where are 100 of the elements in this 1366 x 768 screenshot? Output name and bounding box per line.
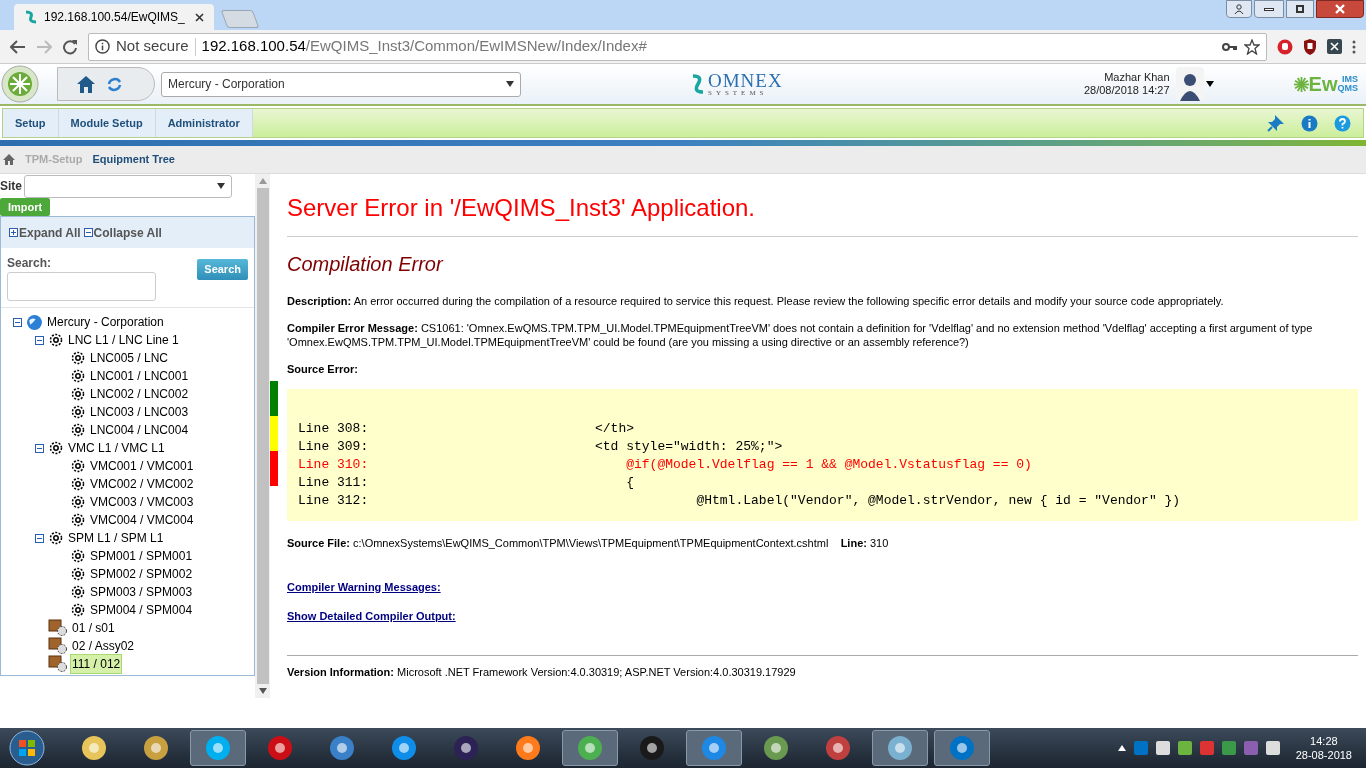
code-line: { (625, 474, 634, 492)
restore-button[interactable] (1286, 0, 1314, 18)
minus-icon[interactable] (83, 228, 93, 237)
gear-icon (48, 332, 64, 348)
home-icon[interactable] (3, 154, 15, 165)
source-file-info: Source File: c:\OmnexSystems\EwQIMS_Common\TPM\Views\TPMEquipment\TPMEquipmentContext.cshtml Line: 310 (287, 536, 890, 551)
tree-item[interactable]: LNC005 / LNC (88, 348, 171, 368)
collapse-toggle-icon[interactable] (35, 335, 44, 345)
info-icon (95, 39, 110, 54)
compiler-error-message: Compiler Error Message: CS1061: 'Omnex.EwQMS.TPM.TPM_UI.Model.TPMEquipmentTreeVM' does not contain a definition for 'Vdelflag' and no extension method 'Vdelflag' accepting a first argument of type 'Omnex.EwQMS.TPM.TPM_UI.Model.TPMEquipmentTreeVM' could be found (are you missing a using directive or an assembly reference?) (287, 320, 1314, 349)
tray-icon[interactable] (1177, 741, 1192, 755)
plus-icon[interactable] (9, 228, 18, 237)
details-link[interactable]: Show Detailed Compiler Output: (287, 608, 456, 625)
gear-icon (70, 368, 86, 384)
tree-item[interactable]: LNC L1 / LNC Line 1 (66, 330, 181, 350)
tree-item[interactable]: VMC002 / VMC002 (88, 474, 196, 494)
gear-icon (70, 350, 86, 366)
back-arrow-icon[interactable] (10, 39, 26, 54)
gear-icon (70, 422, 86, 438)
tree-item[interactable]: LNC004 / LNC004 (88, 420, 191, 440)
sun-icon (1293, 76, 1309, 92)
help-icon[interactable] (1334, 114, 1351, 132)
tree-item[interactable]: 111 / 012 (70, 654, 123, 674)
pin-icon[interactable] (1267, 114, 1285, 132)
tree-item[interactable]: LNC002 / LNC002 (88, 384, 191, 404)
tree-item[interactable]: Mercury - Corporation (45, 312, 166, 332)
caret-icon (1205, 81, 1214, 87)
reload-icon[interactable] (62, 38, 78, 55)
tree-item[interactable]: VMC004 / VMC004 (88, 510, 196, 530)
code-line: @if(@Model.Vdelflag == 1 && @Model.Vstatusflag == 0) (625, 456, 1032, 474)
gear-icon (70, 566, 86, 582)
line-number: Line 308: (298, 420, 370, 438)
tree-item[interactable]: SPM L1 / SPM L1 (66, 528, 166, 548)
collapse-toggle-icon[interactable] (13, 317, 22, 327)
gear-icon (48, 440, 64, 456)
dropdown-arrow-icon (506, 81, 514, 87)
home-icon[interactable] (76, 74, 96, 94)
site-label: Site (0, 178, 22, 195)
search-field[interactable] (7, 272, 156, 301)
user-avatar[interactable] (1175, 67, 1204, 101)
tree-item[interactable]: VMC003 / VMC003 (88, 492, 196, 512)
menu-tab[interactable]: Administrator (155, 109, 253, 137)
error-title: Server Error in '/EwQIMS_Inst3' Application. (287, 190, 1358, 237)
scroll-down-icon (258, 688, 267, 694)
tray-icon[interactable] (1265, 741, 1280, 755)
tree-item[interactable]: SPM002 / SPM002 (88, 564, 195, 584)
profile-button[interactable] (1226, 0, 1252, 18)
tree-item[interactable]: 01 / s01 (70, 618, 117, 638)
expand-all-button[interactable]: Expand All (9, 223, 81, 242)
minimize-button[interactable] (1254, 0, 1284, 18)
extension-x-icon[interactable] (1327, 39, 1342, 54)
tray-icon[interactable] (1155, 741, 1170, 755)
menu-tab[interactable]: Module Setup (58, 109, 156, 137)
omnex-logo-icon (691, 73, 705, 95)
line-number: Line 312: (298, 492, 370, 510)
brand-subscript: QMS (1337, 84, 1358, 93)
address-field[interactable]: Not secure 192.168.100.54/EwQIMS_Inst3/Common/EwIMSNew/Index/Index# (88, 32, 1267, 61)
scrollbar[interactable] (255, 174, 270, 698)
browser-tab[interactable]: 192.168.100.54/EwQIMS_ (14, 4, 214, 30)
gear-icon (70, 458, 86, 474)
crate-gear-icon (48, 619, 68, 637)
person-icon (1234, 4, 1244, 14)
breadcrumb-link[interactable]: Equipment Tree (92, 151, 175, 168)
star-icon[interactable] (1244, 38, 1260, 55)
line-number: Line 311: (298, 474, 370, 492)
tree-item[interactable]: VMC L1 / VMC L1 (66, 438, 167, 458)
gear-icon (70, 512, 86, 528)
close-icon[interactable] (195, 12, 204, 22)
start-button[interactable] (8, 729, 46, 767)
key-icon[interactable] (1222, 41, 1238, 52)
scroll-up-icon (258, 178, 267, 184)
refresh-icon[interactable] (106, 75, 123, 93)
collapse-toggle-icon[interactable] (35, 533, 44, 543)
info-icon[interactable] (1301, 114, 1318, 132)
company-select[interactable]: Mercury - Corporation (161, 71, 521, 97)
brand-superscript: IMS (1342, 75, 1358, 84)
site-logo-icon (24, 10, 38, 24)
tree-item[interactable]: SPM004 / SPM004 (88, 600, 195, 620)
tree-item[interactable]: LNC003 / LNC003 (88, 402, 191, 422)
line-number: Line 309: (298, 438, 370, 456)
globe-icon (26, 313, 43, 331)
gear-icon (70, 494, 86, 510)
more-menu-icon[interactable] (1352, 39, 1356, 54)
shield-icon[interactable] (1303, 38, 1317, 55)
app-logo-icon[interactable] (1, 65, 39, 103)
close-icon (1335, 4, 1345, 14)
close-button[interactable] (1316, 0, 1364, 18)
tree-item[interactable]: SPM003 / SPM003 (88, 582, 195, 602)
clock-time: 14:28 (1310, 734, 1338, 748)
collapse-toggle-icon[interactable] (35, 443, 44, 453)
details-link[interactable]: Compiler Warning Messages: (287, 578, 441, 595)
tree-item[interactable]: SPM001 / SPM001 (88, 546, 195, 566)
line-number: Line 310: (298, 456, 370, 474)
brand-text: Ew (1308, 72, 1338, 97)
menu-tab[interactable]: Setup (3, 109, 59, 137)
tree-item[interactable]: 02 / Assy02 (70, 636, 137, 656)
dropdown-arrow-icon (217, 183, 225, 189)
tree-item[interactable]: VMC001 / VMC001 (88, 456, 196, 476)
collapse-all-button[interactable]: Collapse All (83, 223, 162, 242)
tree-item[interactable]: LNC001 / LNC001 (88, 366, 191, 386)
